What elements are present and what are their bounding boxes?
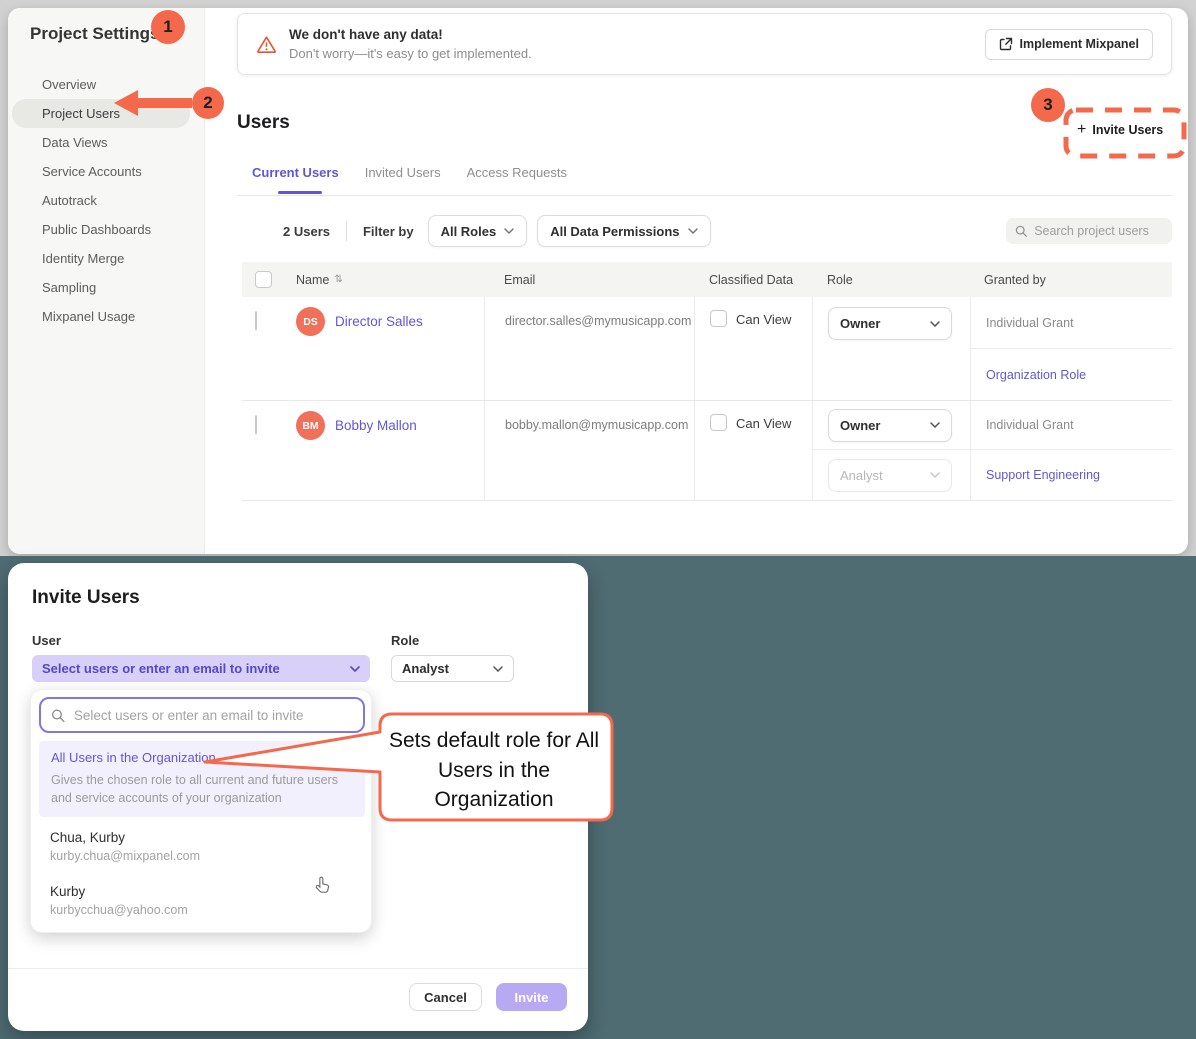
row-checkbox[interactable] [255,311,257,330]
tabs-divider [237,195,1172,196]
user-field-label: User [32,633,61,648]
table-row: DS Director Salles director.salles@mymus… [242,297,1172,401]
users-table: Name⇅ Email Classified Data Role Granted… [242,262,1172,501]
invite-button[interactable]: Invite [496,983,567,1011]
active-tab-underline [278,191,322,194]
annotation-step-2: 2 [192,87,224,119]
roles-filter-dropdown[interactable]: All Roles [428,215,528,247]
sort-icon: ⇅ [334,274,342,285]
implement-mixpanel-button[interactable]: Implement Mixpanel [985,29,1153,60]
col-header-granted: Granted by [970,262,1172,297]
user-select-dropdown[interactable]: Select users or enter an email to invite [32,655,370,682]
can-view-checkbox[interactable] [710,310,727,327]
avatar: DS [296,307,325,336]
col-header-classified: Classified Data [694,262,812,297]
user-name-link[interactable]: Bobby Mallon [335,418,417,433]
external-link-icon [999,37,1013,51]
permissions-filter-dropdown[interactable]: All Data Permissions [537,215,710,247]
can-view-label: Can View [736,416,791,431]
search-icon [51,708,65,723]
modal-title: Invite Users [32,587,140,609]
plus-icon: + [1077,121,1086,139]
warning-icon [256,35,277,54]
tab-access-requests[interactable]: Access Requests [467,165,567,180]
chevron-down-icon [930,472,940,478]
cursor-hand-icon [315,876,332,894]
option-user[interactable]: Kurby [50,884,85,899]
chevron-down-icon [504,228,514,234]
search-icon [1015,224,1027,238]
role-select-dropdown[interactable]: Analyst [391,655,514,682]
option-user-email: kurbycchua@yahoo.com [50,903,188,917]
tab-invited-users[interactable]: Invited Users [365,165,441,180]
search-project-users[interactable] [1006,218,1172,244]
search-input[interactable] [1034,224,1163,238]
sidebar-item-autotrack[interactable]: Autotrack [8,186,204,215]
role-dropdown-disabled: Analyst [828,459,952,492]
support-engineering-link[interactable]: Support Engineering [986,468,1100,482]
table-row: BM Bobby Mallon bobby.mallon@mymusicapp.… [242,401,1172,501]
row-checkbox[interactable] [255,415,257,434]
chevron-down-icon [688,228,698,234]
no-data-banner: We don't have any data! Don't worry—it's… [237,13,1172,75]
role-dropdown[interactable]: Owner [828,409,952,442]
cancel-button[interactable]: Cancel [409,983,482,1011]
users-tabs: Current Users Invited Users Access Reque… [237,165,1172,180]
col-header-email: Email [484,262,694,297]
select-all-checkbox[interactable] [255,271,272,288]
col-header-role: Role [812,262,970,297]
sidebar-item-mixpanel-usage[interactable]: Mixpanel Usage [8,302,204,331]
granted-by-value: Individual Grant [986,316,1074,330]
sidebar-item-sampling[interactable]: Sampling [8,273,204,302]
banner-subtitle: Don't worry—it's easy to get implemented… [289,46,532,61]
can-view-checkbox[interactable] [710,414,727,431]
chevron-down-icon [930,422,940,428]
annotation-step-3: 3 [1031,88,1065,122]
annotation-callout-text: Sets default role for All Users in the O… [388,726,600,815]
user-email: director.salles@mymusicapp.com [484,297,694,400]
invite-users-button[interactable]: + Invite Users [1077,121,1163,139]
role-dropdown[interactable]: Owner [828,307,952,340]
sidebar-item-data-views[interactable]: Data Views [8,128,204,157]
avatar: BM [296,411,325,440]
organization-role-link[interactable]: Organization Role [986,368,1086,382]
sidebar-item-identity-merge[interactable]: Identity Merge [8,244,204,273]
user-email: bobby.mallon@mymusicapp.com [484,401,694,500]
annotation-arrow-icon [114,90,192,116]
page-title: Users [237,112,1172,134]
col-header-name[interactable]: Name⇅ [296,262,484,297]
granted-by-value: Individual Grant [986,418,1074,432]
chevron-down-icon [350,666,360,672]
user-name-link[interactable]: Director Salles [335,314,423,329]
role-field-label: Role [391,633,419,648]
tab-current-users[interactable]: Current Users [252,165,339,180]
modal-footer-divider [8,968,588,969]
option-user-email: kurby.chua@mixpanel.com [50,849,200,863]
user-count: 2 Users [283,224,330,239]
chevron-down-icon [493,666,503,672]
option-user[interactable]: Chua, Kurby [50,830,125,845]
chevron-down-icon [930,321,940,327]
banner-title: We don't have any data! [289,27,532,42]
sidebar-item-public-dashboards[interactable]: Public Dashboards [8,215,204,244]
sidebar-item-service-accounts[interactable]: Service Accounts [8,157,204,186]
table-header-row: Name⇅ Email Classified Data Role Granted… [242,262,1172,297]
filter-row: 2 Users Filter by All Roles All Data Per… [237,215,1172,247]
annotation-step-1: 1 [151,10,185,44]
filter-by-label: Filter by [363,224,414,239]
can-view-label: Can View [736,312,791,327]
